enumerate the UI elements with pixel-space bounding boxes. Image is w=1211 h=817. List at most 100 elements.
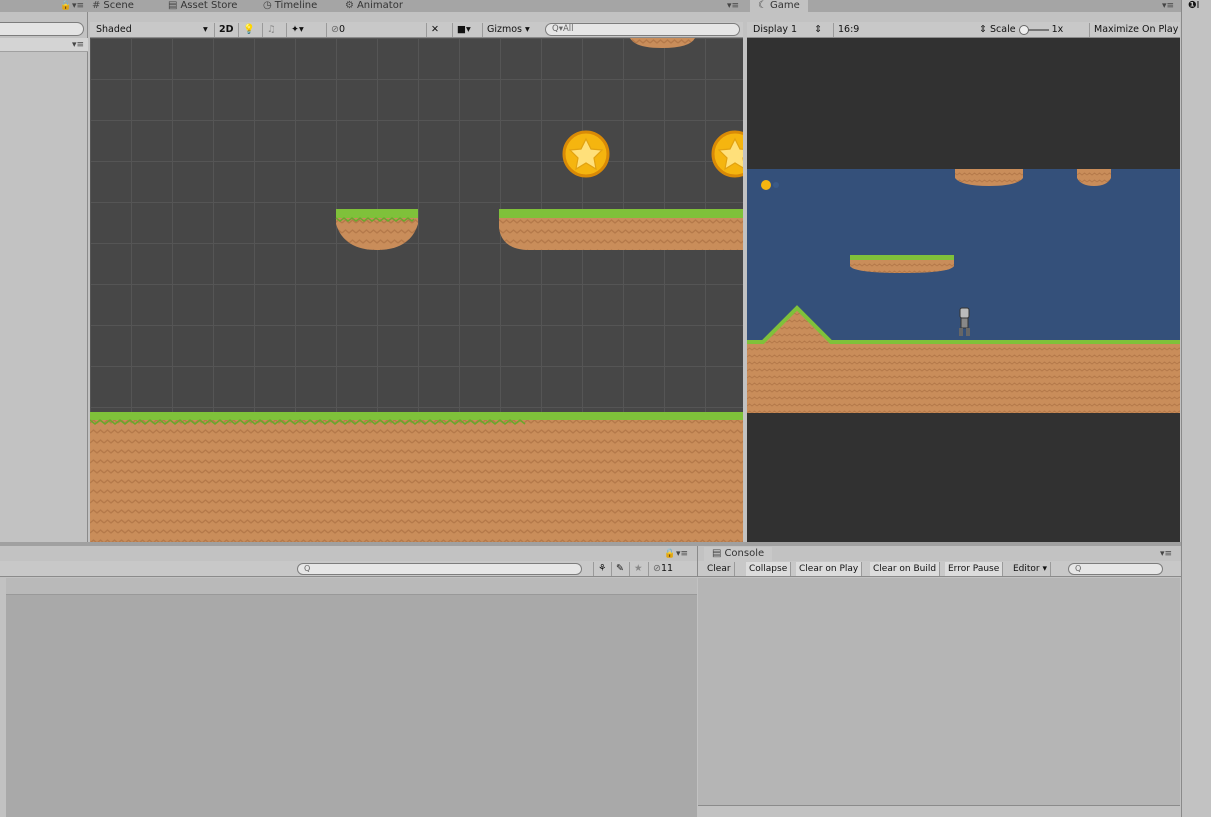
project-header: 🔒 ▾≡: [0, 546, 697, 561]
maximize-on-play-toggle[interactable]: Maximize On Play: [1089, 23, 1182, 37]
coin-icon: [711, 130, 743, 178]
search-by-type-icon[interactable]: ⚘: [593, 562, 611, 576]
tab-inspector-label: I: [1196, 0, 1200, 11]
visibility-icon: ⊘: [653, 563, 661, 574]
project-lock-icon[interactable]: 🔒: [664, 548, 675, 560]
console-collapse-toggle[interactable]: Collapse: [746, 562, 792, 576]
hierarchy-scene-row[interactable]: ▾≡: [0, 38, 88, 52]
scale-slider-thumb[interactable]: [1018, 24, 1029, 35]
console-clear-on-build-toggle[interactable]: Clear on Build: [870, 562, 941, 576]
tab-timeline[interactable]: ◷ Timeline: [263, 0, 317, 12]
display-dropdown[interactable]: Display 1 ⇕: [753, 23, 822, 37]
tab-timeline-label: Timeline: [274, 0, 318, 11]
scene-platform-wide: [499, 209, 743, 250]
tab-scene[interactable]: # Scene: [92, 0, 134, 12]
coin-icon: [562, 130, 610, 178]
hierarchy-search-input[interactable]: [0, 22, 84, 36]
tab-scene-label: Scene: [103, 0, 134, 11]
project-content[interactable]: [6, 578, 697, 817]
shading-dropdown-arrow-icon: ▾: [203, 24, 208, 35]
scale-label: Scale: [990, 24, 1016, 35]
tab-animator[interactable]: ⚙ Animator: [345, 0, 403, 12]
hidden-packages-toggle[interactable]: ⊘11: [648, 562, 677, 576]
console-log-area[interactable]: [698, 578, 1180, 805]
hidden-objects-toggle[interactable]: ⊘0: [326, 23, 349, 37]
scene-pane-menu-icon[interactable]: ▾≡: [727, 0, 739, 12]
scene-viewport[interactable]: [90, 38, 743, 542]
audio-icon[interactable]: ♫: [262, 23, 280, 37]
scale-value: 1x: [1051, 24, 1064, 35]
console-editor-dropdown[interactable]: Editor ▾: [1010, 562, 1052, 576]
hierarchy-panel: ▾≡: [0, 12, 88, 542]
game-viewport[interactable]: [747, 38, 1180, 542]
display-dropdown-arrow-icon: ⇕: [814, 24, 823, 35]
inspector-panel-edge: ❶I: [1181, 0, 1211, 817]
aspect-dropdown[interactable]: 16:9: [833, 23, 863, 37]
game-platform-top-2: [1077, 169, 1111, 186]
scene-canvas: [90, 38, 743, 542]
effects-icon[interactable]: ✦▾: [286, 23, 308, 37]
tab-game-label: Game: [769, 0, 800, 11]
animator-icon: ⚙: [345, 0, 354, 11]
console-clear-on-play-toggle[interactable]: Clear on Play: [796, 562, 863, 576]
console-editor-label: Editor: [1013, 564, 1040, 574]
console-toolbar: Clear Collapse Clear on Play Clear on Bu…: [697, 561, 1181, 577]
2d-mode-toggle[interactable]: 2D: [214, 23, 238, 37]
console-pane-menu-icon[interactable]: ▾≡: [1160, 548, 1172, 560]
project-header-row: [6, 578, 697, 595]
game-platform-floating: [850, 255, 954, 273]
project-search-input[interactable]: Q: [297, 563, 582, 575]
game-canvas: [747, 169, 1180, 413]
tab-console-label: Console: [724, 548, 765, 559]
scale-slider[interactable]: [1018, 24, 1049, 35]
gizmos-label: Gizmos: [487, 24, 523, 35]
console-status-bar: [698, 805, 1180, 817]
lighting-icon[interactable]: 💡: [238, 23, 259, 37]
project-pane-menu-icon[interactable]: ▾≡: [676, 548, 688, 560]
console-error-pause-toggle[interactable]: Error Pause: [945, 562, 1004, 576]
hidden-count: 0: [338, 24, 346, 35]
editor-tab-strip: 🔒 ▾≡ # Scene ▤ Asset Store ◷ Timeline ⚙ Anim…: [0, 0, 1211, 12]
display-label: Display 1: [753, 24, 798, 35]
camera-icon[interactable]: ■▾: [452, 23, 475, 37]
console-clear-button[interactable]: Clear: [704, 562, 735, 576]
aspect-label: 16:9: [838, 24, 860, 35]
tab-console[interactable]: ▤ Console: [704, 547, 773, 561]
tab-animator-label: Animator: [356, 0, 403, 11]
game-platform-top-1: [955, 169, 1023, 186]
scene-platform-small: [335, 209, 418, 250]
hierarchy-lock-icon[interactable]: 🔒: [60, 0, 71, 12]
hierarchy-pane-menu-icon[interactable]: ▾≡: [72, 0, 84, 12]
gizmos-dropdown[interactable]: Gizmos ▾: [482, 23, 534, 37]
favorites-icon[interactable]: ★: [629, 562, 647, 576]
console-search-input[interactable]: Q: [1068, 563, 1163, 575]
scene-ground-tiles: [90, 412, 743, 542]
search-by-label-icon[interactable]: ✎: [611, 562, 628, 576]
tab-asset-store-label: Asset Store: [180, 0, 238, 11]
scene-toolbar: Shaded ▾ 2D 💡 ♫ ✦▾ ⊘0 ✕ ■▾ Gizmos ▾ Q▾Al…: [90, 22, 743, 38]
store-icon: ▤: [168, 0, 178, 11]
player-character-icon: [959, 307, 970, 336]
timeline-icon: ◷: [263, 0, 272, 11]
game-pane-menu-icon[interactable]: ▾≡: [1162, 0, 1174, 12]
shading-mode-dropdown[interactable]: Shaded: [96, 23, 132, 37]
console-icon: ▤: [712, 548, 722, 559]
game-controller-icon: ☾: [758, 0, 767, 11]
scene-platform-top: [630, 38, 695, 48]
game-toolbar: Display 1 ⇕ 16:9 ⇕ Scale 1x Maximize On …: [747, 22, 1180, 38]
scale-control[interactable]: ⇕ Scale 1x: [979, 23, 1063, 37]
project-toolbar: Q ⚘ ✎ ★ ⊘11: [0, 561, 697, 577]
tab-inspector[interactable]: ❶I: [1188, 0, 1199, 12]
scene-grid-icon: #: [92, 0, 101, 11]
tab-game[interactable]: ☾ Game: [750, 0, 808, 12]
hierarchy-row-menu-icon[interactable]: ▾≡: [72, 39, 84, 51]
tools-icon[interactable]: ✕: [426, 23, 443, 37]
project-hidden-count: 11: [660, 563, 674, 574]
hud-coin-icon: [761, 180, 779, 190]
visibility-icon: ⊘: [331, 24, 339, 35]
console-header: ▤ Console ▾≡: [697, 546, 1181, 561]
scale-dropdown-icon: ⇕: [979, 24, 987, 35]
scene-search-input[interactable]: Q▾All: [545, 23, 740, 36]
shading-mode-label: Shaded: [96, 24, 132, 35]
tab-asset-store[interactable]: ▤ Asset Store: [168, 0, 237, 12]
